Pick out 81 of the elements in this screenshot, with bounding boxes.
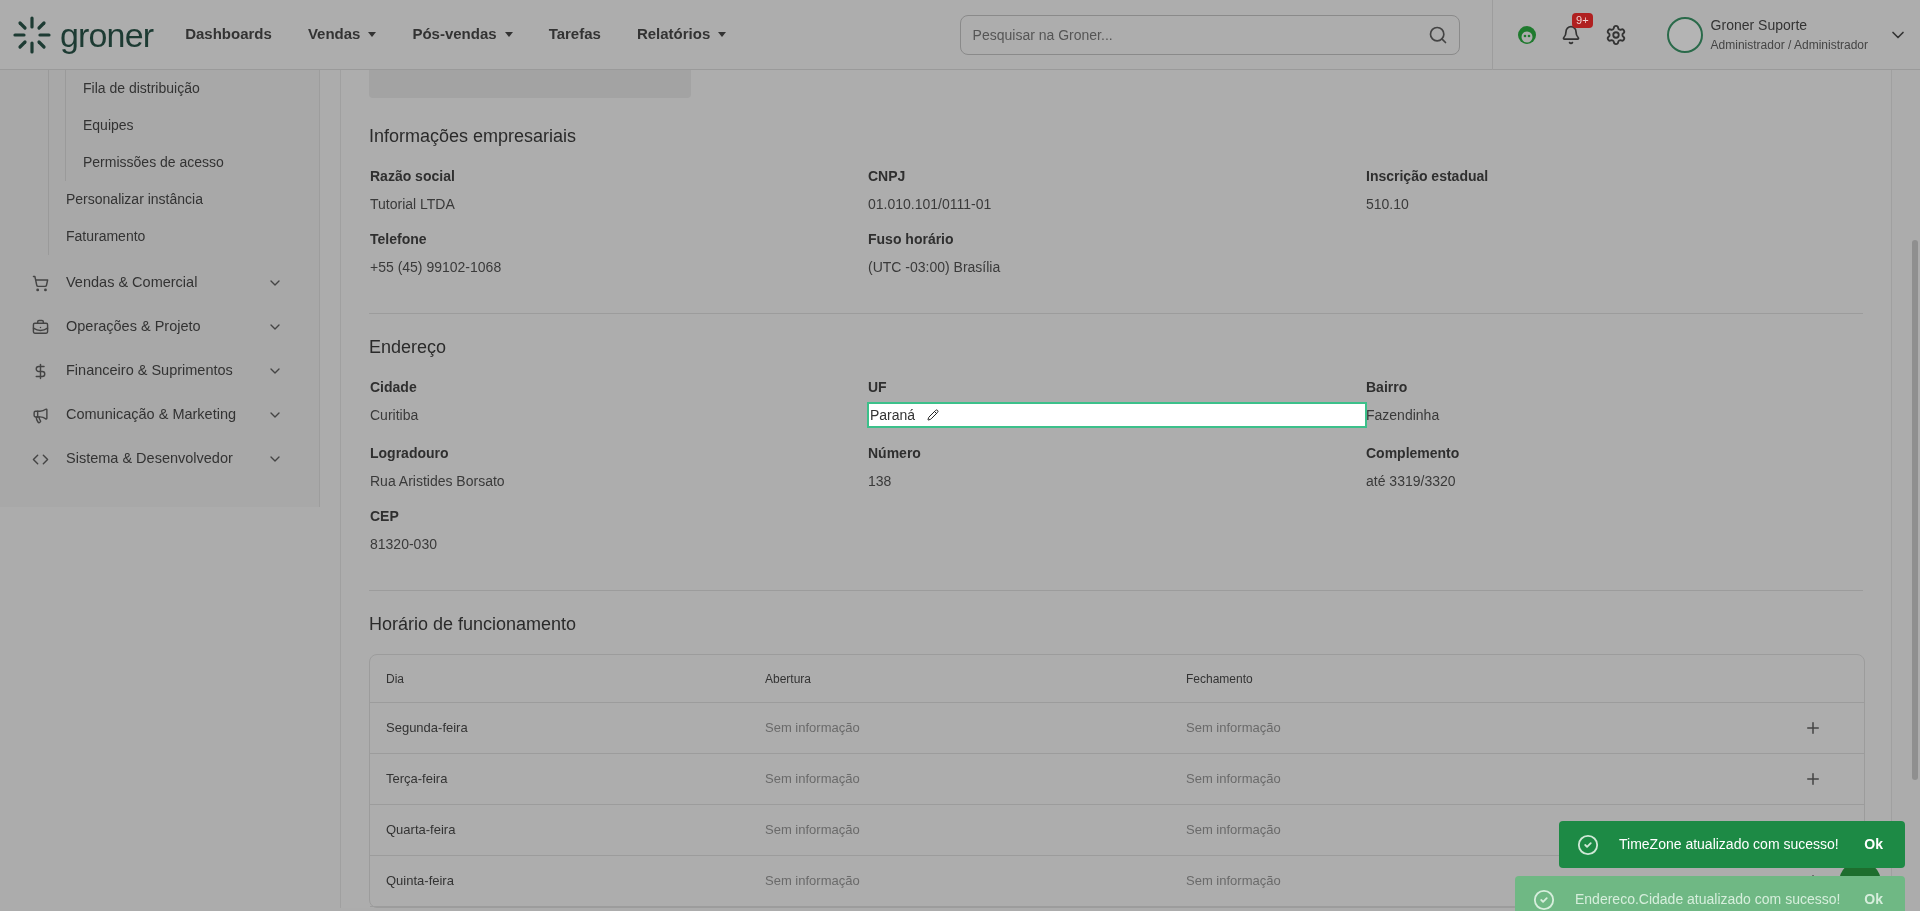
nav-menu-item[interactable]: Relatórios: [636, 23, 727, 46]
table-cell-text: Quinta-feira: [386, 872, 454, 891]
check-circle-icon: [1533, 888, 1555, 911]
settings-icon[interactable]: [1604, 23, 1627, 46]
table-cell-text: Sem informação: [1186, 872, 1281, 891]
megaphone-icon: [32, 406, 49, 424]
table-cell-text: Quarta-feira: [386, 821, 456, 840]
table-cell-text: Sem informação: [1186, 719, 1281, 738]
sidebar-subitem[interactable]: Equipes: [66, 107, 319, 144]
add-icon[interactable]: [1804, 770, 1822, 788]
caret-icon: [718, 32, 727, 37]
caret-icon: [504, 32, 513, 37]
field-value: Rua Aristides Borsato: [369, 472, 506, 491]
sidebar-subitem[interactable]: Fila de distribuição: [66, 70, 319, 107]
field-label: CEP: [369, 507, 400, 526]
field-label: Razão social: [369, 167, 456, 186]
field-label: CNPJ: [867, 167, 907, 186]
logo-text: groner: [60, 17, 154, 52]
caret-icon: [368, 32, 377, 37]
field-value: Fazendinha: [1365, 406, 1441, 425]
nav-menu-item[interactable]: Vendas: [307, 23, 377, 46]
user-avatar: [1666, 16, 1703, 53]
add-icon[interactable]: [1804, 719, 1822, 737]
column-header: Dia: [386, 670, 405, 688]
nav-menu-item[interactable]: Pós-vendas: [412, 23, 513, 46]
field-value: (UTC -03:00) Brasília: [867, 258, 1002, 277]
field-value: até 3319/3320: [1365, 472, 1457, 491]
section-title: Informações empresariais: [369, 125, 578, 148]
cart-icon: [32, 274, 49, 292]
section-title: Endereço: [369, 336, 448, 359]
table-cell-text: Terça-feira: [386, 770, 448, 789]
check-circle-icon: [1577, 833, 1599, 856]
field-value: 81320-030: [369, 535, 438, 554]
field-value: +55 (45) 99102-1068: [369, 258, 503, 277]
notification-bell-icon[interactable]: [1560, 24, 1581, 45]
logo-icon: [12, 14, 52, 55]
sidebar-subitem[interactable]: Permissões de acesso: [66, 144, 319, 181]
briefcase-icon: [32, 318, 49, 336]
sidebar-subitem[interactable]: Faturamento: [49, 218, 319, 255]
table-cell-text: Sem informação: [1186, 770, 1281, 789]
field-label: Fuso horário: [867, 230, 955, 249]
table-cell-text: Segunda-feira: [386, 719, 468, 738]
field-value: Tutorial LTDA: [369, 195, 456, 214]
sidebar-section[interactable]: Financeiro & Suprimentos: [0, 349, 319, 393]
user-role: Administrador / Administrador: [1710, 37, 1868, 54]
user-name: Groner Suporte: [1710, 16, 1809, 35]
field-label: Cidade: [369, 378, 418, 397]
section-title: Horário de funcionamento: [369, 613, 578, 636]
field-label: Inscrição estadual: [1365, 167, 1490, 186]
toast-message: TimeZone atualizado com sucesso!: [1619, 835, 1840, 854]
table-cell-text: Sem informação: [765, 872, 860, 891]
column-header: Abertura: [765, 670, 813, 688]
field-label: Complemento: [1365, 444, 1461, 463]
search-icon[interactable]: [1427, 24, 1448, 45]
toast-message: Endereco.Cidade atualizado com sucesso!: [1575, 890, 1842, 909]
field-value: 510.10: [1365, 195, 1410, 214]
field-label: Número: [867, 444, 922, 463]
pencil-icon[interactable]: [927, 409, 940, 421]
sidebar-subitem[interactable]: Personalizar instância: [49, 181, 319, 218]
sidebar-section[interactable]: Vendas & Comercial: [0, 261, 319, 305]
field-label: Bairro: [1365, 378, 1409, 397]
column-header: Fechamento: [1186, 670, 1254, 688]
nav-menu-item[interactable]: Tarefas: [548, 23, 601, 46]
editable-field[interactable]: Paraná: [867, 402, 1367, 428]
ok-button[interactable]: Ok: [1864, 834, 1883, 855]
field-value: 01.010.101/0111-01: [867, 195, 993, 214]
sidebar-section[interactable]: Comunicação & Marketing: [0, 393, 319, 437]
table-cell-text: Sem informação: [765, 770, 860, 789]
sidebar-section[interactable]: Operações & Projeto: [0, 305, 319, 349]
field-label: Telefone: [369, 230, 428, 249]
sidebar-section[interactable]: Sistema & Desenvolvedor: [0, 437, 319, 481]
notification-badge: 9+: [1572, 12, 1593, 28]
table-cell-text: Sem informação: [1186, 821, 1281, 840]
table-cell-text: Sem informação: [765, 719, 860, 738]
field-label: Logradouro: [369, 444, 450, 463]
field-value: 138: [867, 472, 893, 491]
field-label: UF: [867, 378, 888, 397]
search-field[interactable]: Pesquisar na Groner...: [959, 14, 1460, 55]
field-value: Curitiba: [369, 406, 420, 425]
nav-menu-item[interactable]: Dashboards: [185, 23, 272, 46]
table-cell-text: Sem informação: [765, 821, 860, 840]
